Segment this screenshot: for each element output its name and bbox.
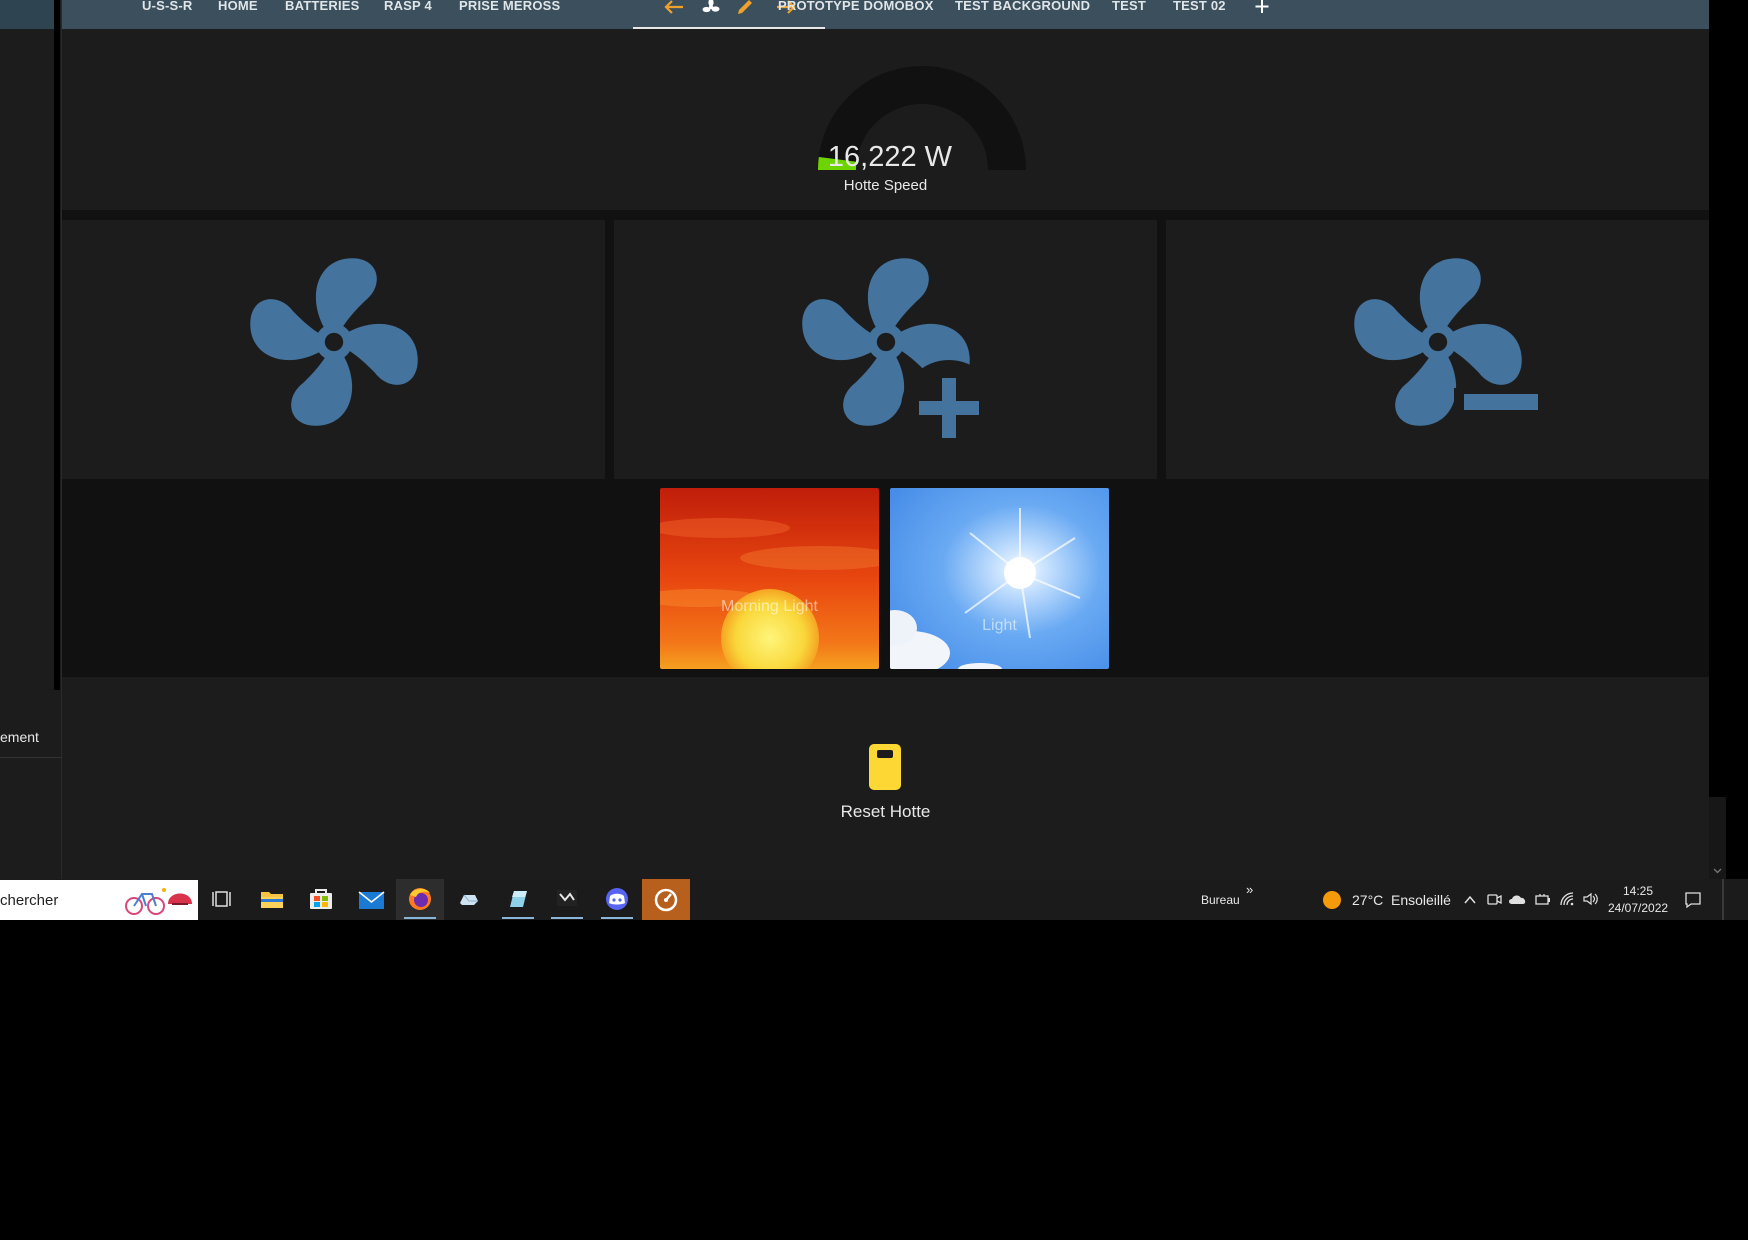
fan-icon[interactable] [699,0,723,14]
fan-speed-up-button[interactable] [614,220,1157,479]
cloud-app-icon [460,894,478,905]
mail-button[interactable] [347,879,395,920]
app-button-gauge[interactable] [642,879,690,920]
volume-icon[interactable] [1582,891,1600,907]
weather-temperature[interactable]: 27°C [1352,892,1383,908]
file-explorer-button[interactable] [248,879,296,920]
discord-button[interactable] [593,879,641,920]
taskview-button[interactable] [198,879,246,920]
gauge-card[interactable]: 16,222 W Hotte Speed [62,29,1709,210]
running-indicator [601,917,633,919]
active-indicator [404,917,436,919]
clock-date[interactable]: 24/07/2022 [1608,901,1668,915]
sunset-image [660,488,879,669]
fan-icon [250,258,418,426]
scene-label: Light [982,617,1017,634]
fan-speed-down-button[interactable] [1166,220,1709,479]
tab-test-background[interactable]: TEST BACKGROUND [955,0,1090,29]
meet-now-icon[interactable] [1486,891,1502,907]
bicycle-icon [125,888,192,915]
store-button[interactable] [297,879,345,920]
reset-hotte-button[interactable] [62,677,1709,879]
sidebar-divider [54,0,60,690]
fan-button[interactable] [62,220,605,479]
sun-icon[interactable] [1322,890,1342,910]
show-desktop-button[interactable] [1722,879,1724,920]
weather-description[interactable]: Ensoleillé [1391,892,1451,908]
scene-light[interactable]: Light [890,488,1109,669]
search-input[interactable]: chercher [0,892,58,909]
app-button-cloud[interactable] [445,879,493,920]
plus-icon[interactable] [1254,0,1270,14]
tab-prise-meross[interactable]: PRISE MEROSS [459,0,560,29]
fan-plus-icon [802,258,997,456]
wifi-icon[interactable] [1559,891,1577,907]
sidebar: ement [0,0,62,879]
app-button-notes[interactable] [494,879,542,920]
tab-test[interactable]: TEST [1112,0,1146,29]
chevron-down-icon[interactable] [1713,866,1722,875]
discord-icon [606,888,628,910]
chevron-up-icon[interactable] [1463,893,1477,907]
screen: ement U-S-S-R HOME BATTERIES RASP 4 PRIS… [0,0,1748,1240]
tab-rasp-4[interactable]: RASP 4 [384,0,432,29]
dashboard: 16,222 W Hotte Speed Morning Light Light… [62,29,1709,879]
pencil-icon[interactable] [735,0,755,14]
gauge-label: Hotte Speed [843,177,928,194]
taskbar-search[interactable]: chercher [0,880,198,920]
gauge-value: 16,222 W [827,141,953,173]
clock-time[interactable]: 14:25 [1623,884,1653,898]
sunny-sky-image [890,488,1109,669]
sidebar-item-settings[interactable]: ement [0,716,62,758]
taskbar: chercher Bureau » 27°C Ensoleillé 14:25 … [0,879,1748,920]
desktop-toolbar-label[interactable]: Bureau [1201,893,1240,907]
sidebar-header [0,0,54,29]
tab-bar: U-S-S-R HOME BATTERIES RASP 4 PRISE MERO… [62,0,1709,29]
mail-icon [358,891,385,909]
scene-label: Morning Light [721,598,818,615]
running-indicator [502,917,534,919]
store-icon [310,889,332,909]
arrow-left-icon[interactable] [663,0,685,14]
scrollbar[interactable] [1709,797,1726,879]
tab-ussr[interactable]: U-S-S-R [142,0,193,29]
firefox-icon [409,888,431,910]
speedometer-icon [654,888,678,912]
battery-icon[interactable] [1534,891,1552,907]
running-indicator [551,917,583,919]
desktop-toolbar-chevron[interactable]: » [1246,882,1253,897]
tab-batteries[interactable]: BATTERIES [285,0,360,29]
reset-label: Reset Hotte [840,802,931,821]
folder-icon [261,892,283,908]
tab-home[interactable]: HOME [218,0,258,29]
notification-icon[interactable] [1683,890,1703,910]
switch-icon [869,744,901,790]
tab-prototype-domobox[interactable]: PROTOTYPE DOMOBOX [778,0,934,29]
fan-minus-icon [1354,258,1554,426]
app-button-mixer[interactable] [543,879,591,920]
firefox-button[interactable] [396,879,444,920]
tab-test-02[interactable]: TEST 02 [1173,0,1226,29]
scene-morning-light[interactable]: Morning Light [660,488,879,669]
sidebar-item-label: ement [0,729,39,745]
onedrive-icon[interactable] [1508,891,1528,907]
notes-app-icon [510,891,527,907]
mixer-app-icon [557,890,577,906]
taskview-icon [212,891,231,907]
